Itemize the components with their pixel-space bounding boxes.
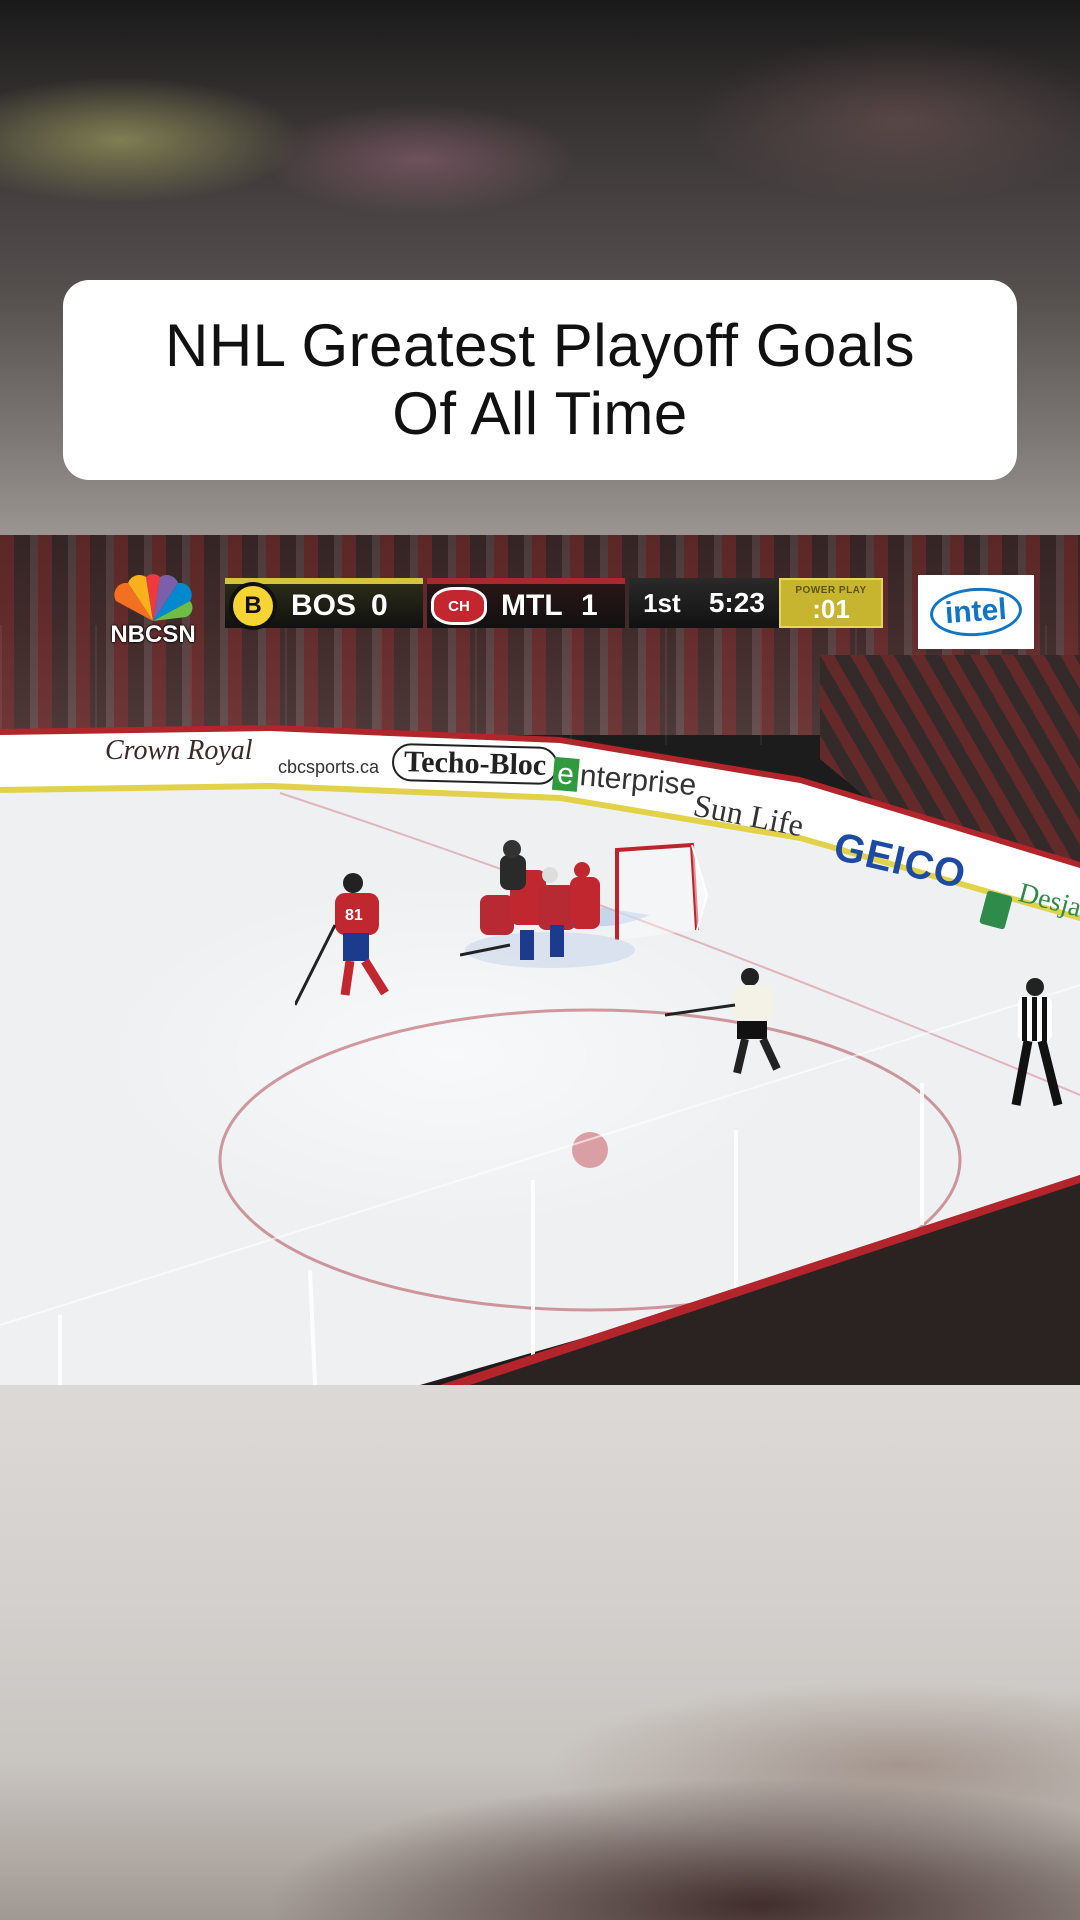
title-line-1: NHL Greatest Playoff Goals (165, 312, 915, 379)
title-card: NHL Greatest Playoff Goals Of All Time (63, 280, 1017, 480)
ad-crown-royal: Crown Royal (105, 735, 253, 766)
enterprise-mark: e (551, 756, 580, 792)
video-player[interactable]: Crown Royal cbcsports.ca Techo-Bloc e nte… (0, 535, 1080, 1385)
away-abbr: BOS (291, 589, 357, 622)
ad-cbcsports: cbcsports.ca (278, 757, 380, 777)
power-play-indicator: POWER PLAY :01 (779, 578, 883, 628)
blurred-background-bottom (0, 1385, 1080, 1920)
away-score: 0 (371, 589, 388, 622)
faceoff-dot (572, 1132, 608, 1168)
nbcsn-logo: NBCSN (98, 573, 208, 653)
canadiens-logo-icon: CH (431, 587, 487, 625)
referee (1011, 978, 1063, 1107)
title-line-2: Of All Time (392, 380, 688, 447)
intel-logo: intel (918, 575, 1034, 649)
svg-text:81: 81 (345, 907, 363, 924)
period: 1st (643, 587, 681, 618)
home-abbr: MTL (501, 589, 563, 622)
home-score: 1 (581, 589, 598, 622)
player-mtl-81: 81 (295, 873, 389, 1006)
ad-techo-bloc: Techo-Bloc (391, 742, 559, 786)
bruins-logo-icon: B (229, 582, 277, 630)
peacock-icon (114, 574, 193, 621)
glass-post-2 (308, 1269, 317, 1385)
goal-scrum-players (460, 840, 635, 968)
power-play-time: :01 (812, 593, 850, 624)
network-name: NBCSN (110, 621, 196, 648)
player-bos-shooter (665, 968, 781, 1074)
sponsor-name: intel (928, 584, 1024, 640)
team-home: CH MTL 1 (427, 578, 625, 628)
game-clock: 1st 5:23 (629, 578, 779, 628)
score-bug: B BOS 0 CH MTL 1 1st 5:23 POWER PLAY :01 (225, 578, 883, 630)
clock-time: 5:23 (708, 587, 765, 618)
team-away: B BOS 0 (225, 578, 423, 630)
